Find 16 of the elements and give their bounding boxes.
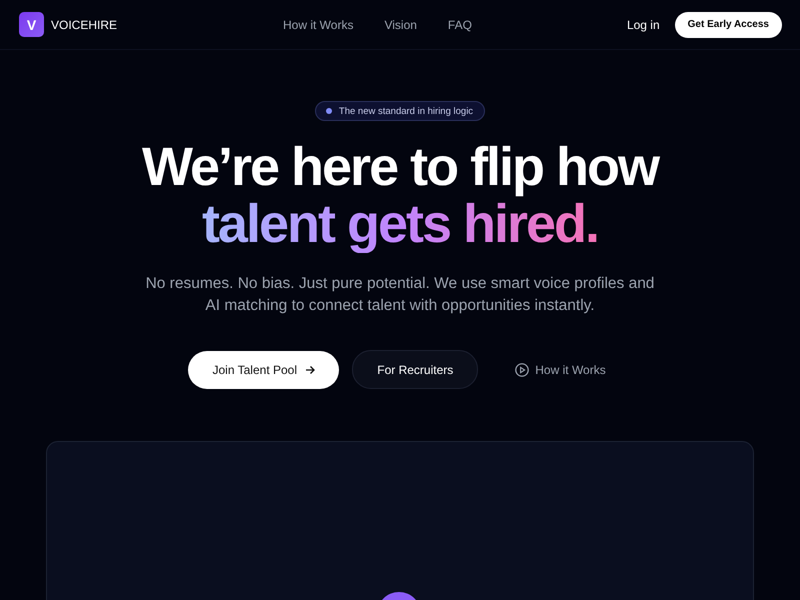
how-it-works-button[interactable]: How it Works	[509, 362, 612, 378]
for-recruiters-button[interactable]: For Recruiters	[352, 350, 478, 389]
play-icon	[515, 362, 530, 376]
arrow-right-icon	[305, 364, 316, 374]
logo-mark: V	[19, 12, 44, 37]
badge-dot	[326, 108, 332, 114]
headline: We’re here to flip how	[142, 139, 658, 196]
join-talent-pool-button[interactable]: Join Talent Pool	[188, 350, 340, 388]
early-access-button[interactable]: Get Early Access	[674, 12, 782, 38]
brand-name: VOICEHIRE	[51, 18, 118, 32]
nav-link[interactable]: How it Works	[283, 18, 354, 32]
hero-description: No resumes. No bias. Just pure potential. We use smart voice profiles and AI matching to connect talent with opportunities instantly.	[144, 274, 656, 316]
badge-text: The new standard in hiring logic	[338, 106, 474, 116]
nav-link[interactable]: FAQ	[448, 18, 472, 32]
login-link[interactable]: Log in	[626, 18, 660, 32]
nav-link[interactable]: Vision	[384, 18, 417, 32]
